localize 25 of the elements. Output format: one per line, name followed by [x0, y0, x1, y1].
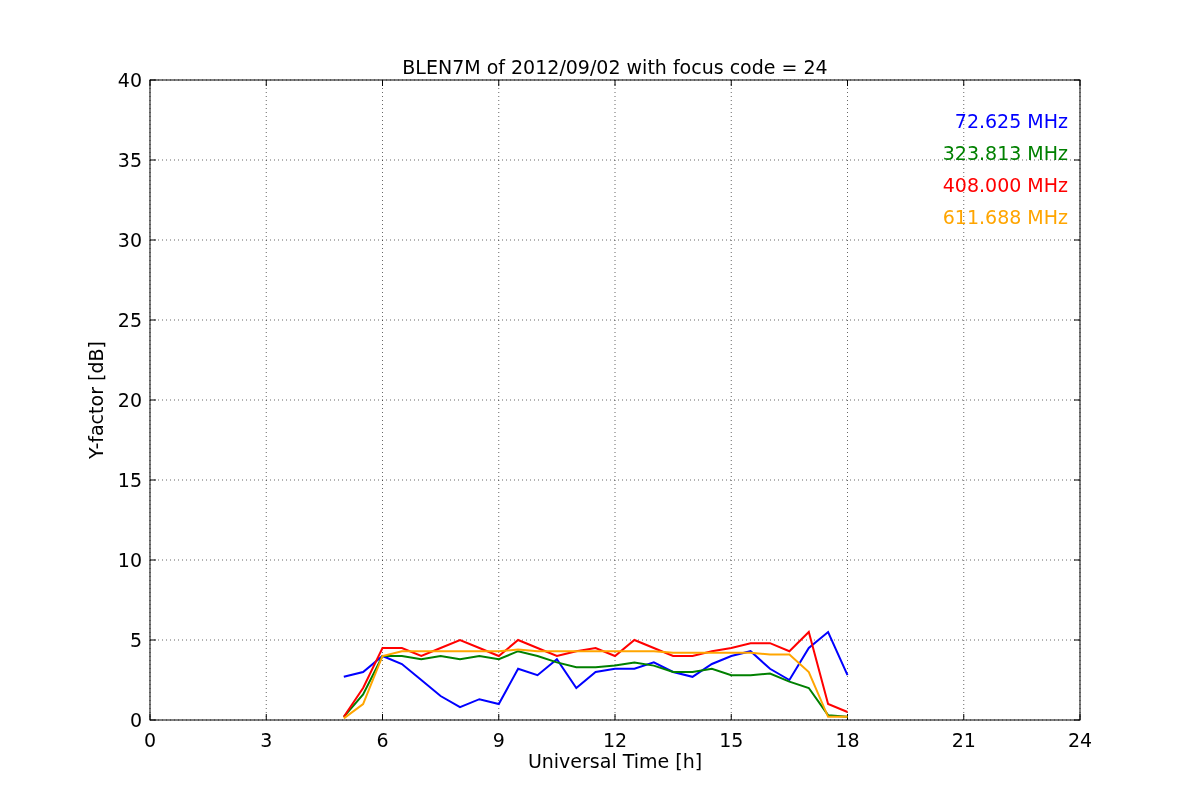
- tick-label: 10: [117, 549, 142, 571]
- tick-label: 5: [129, 629, 142, 651]
- legend-label: 323.813 MHz: [942, 142, 1068, 164]
- x-axis-label: Universal Time [h]: [527, 750, 703, 772]
- tick-label: 9: [492, 729, 505, 751]
- tick-label: 21: [951, 729, 976, 751]
- tick-label: 35: [117, 149, 142, 171]
- tick-label: 40: [117, 69, 142, 91]
- tick-label: 0: [143, 729, 157, 751]
- tick-label: 25: [117, 309, 142, 331]
- tick-label: 15: [117, 469, 142, 491]
- y-axis-label: Y-factor [dB]: [85, 341, 107, 459]
- chart-title: BLEN7M of 2012/09/02 with focus code = 24: [402, 56, 828, 78]
- legend-label: 611.688 MHz: [942, 206, 1068, 228]
- tick-label: 0: [129, 709, 142, 731]
- tick-label: 6: [376, 729, 389, 751]
- legend-label: 408.000 MHz: [942, 174, 1068, 196]
- tick-label: 24: [1067, 729, 1093, 751]
- tick-label: 18: [835, 729, 860, 751]
- tick-label: 3: [260, 729, 273, 751]
- legend-label: 72.625 MHz: [954, 110, 1068, 132]
- tick-label: 30: [117, 229, 142, 251]
- tick-label: 15: [719, 729, 744, 751]
- tick-label: 20: [117, 389, 142, 411]
- tick-label: 12: [602, 729, 628, 751]
